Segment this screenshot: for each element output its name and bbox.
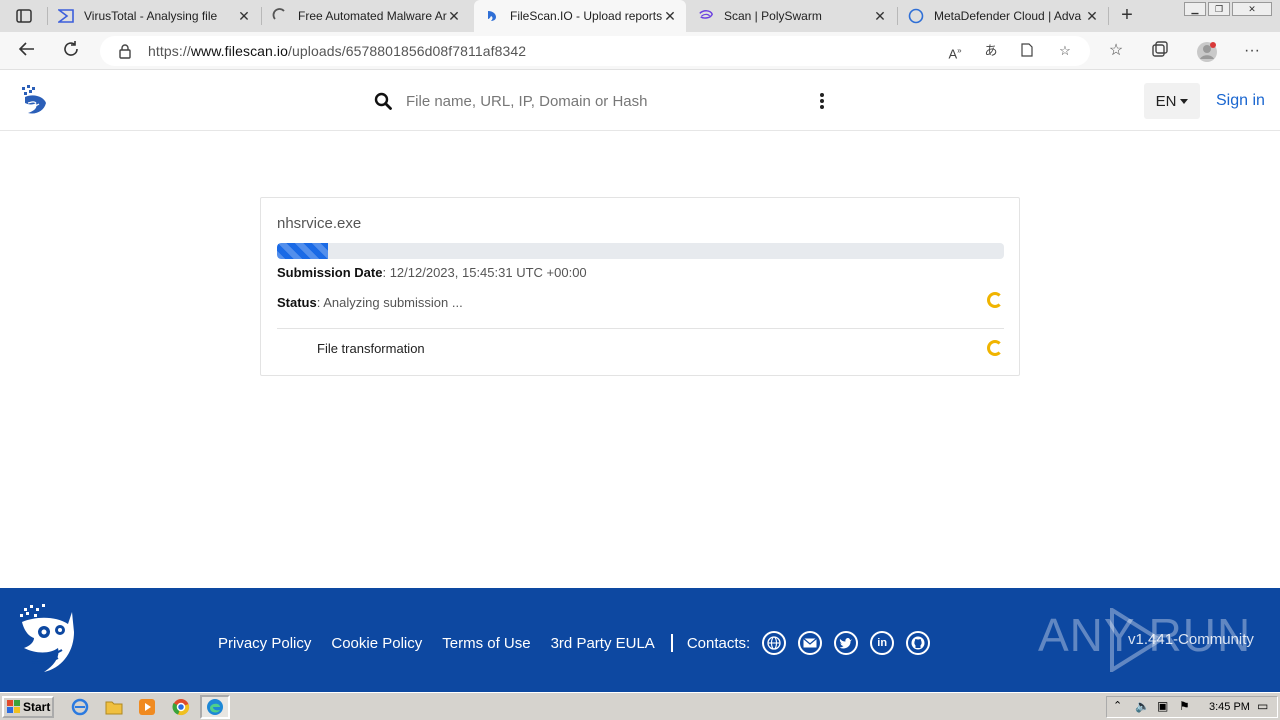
file-name: nhsrvice.exe — [277, 215, 362, 232]
terms-of-use-link[interactable]: Terms of Use — [442, 635, 530, 652]
version-label: v1.441-Community — [1128, 631, 1254, 648]
close-window-button[interactable]: ✕ — [1232, 2, 1272, 16]
tab-title: Scan | PolySwarm — [724, 9, 822, 23]
start-button[interactable]: Start — [2, 696, 54, 718]
contacts-label: Contacts: — [686, 634, 751, 652]
browser-toolbar: https://www.filescan.io/uploads/65788018… — [0, 32, 1280, 70]
windows-logo-icon — [7, 700, 20, 713]
tab-actions-menu-icon[interactable] — [10, 6, 38, 26]
footer-links: Privacy Policy Cookie Policy Terms of Us… — [218, 631, 931, 655]
linkedin-icon[interactable]: in — [870, 631, 895, 655]
refresh-icon[interactable] — [60, 40, 82, 62]
site-header: EN Sign in — [0, 71, 1280, 131]
filescan-owl-logo[interactable] — [16, 602, 76, 678]
language-dropdown[interactable]: EN — [1144, 83, 1200, 119]
restore-button[interactable]: ❐ — [1208, 2, 1230, 16]
status-spinner-icon — [987, 292, 1003, 308]
add-favorite-icon[interactable]: ☆ — [1056, 43, 1074, 59]
address-bar[interactable]: https://www.filescan.io/uploads/65788018… — [100, 36, 1090, 66]
network-icon[interactable]: ▣ — [1157, 699, 1168, 713]
status-label: Status — [277, 295, 317, 310]
submission-date-label: Submission Date — [277, 265, 383, 280]
tab-filescan[interactable]: FileScan.IO - Upload reports ✕ — [474, 0, 686, 32]
search-input[interactable] — [400, 87, 800, 115]
language-label: EN — [1155, 92, 1177, 110]
translate-icon[interactable]: あ — [982, 43, 1000, 59]
upload-report-card: nhsrvice.exe Submission Date: 12/12/2023… — [260, 197, 1020, 376]
minimize-button[interactable]: ▁ — [1184, 2, 1206, 16]
tray-expand-icon[interactable]: ⌃ — [1113, 699, 1122, 712]
new-tab-button[interactable]: + — [1116, 4, 1138, 26]
close-icon[interactable]: ✕ — [662, 8, 678, 24]
system-tray: ⌃ 🔈 ▣ ⚑ ▭ — [1106, 696, 1278, 718]
analysis-progress-bar — [277, 243, 1004, 259]
close-icon[interactable]: ✕ — [872, 8, 888, 24]
edge-icon[interactable] — [205, 697, 225, 717]
third-party-eula-link[interactable]: 3rd Party EULA — [551, 635, 655, 652]
polyswarm-icon — [698, 8, 714, 24]
start-label: Start — [23, 700, 51, 714]
globe-icon[interactable] — [762, 631, 787, 655]
tab-title: VirusTotal - Analysing file — [84, 9, 218, 23]
close-icon[interactable]: ✕ — [1084, 8, 1100, 24]
chrome-icon[interactable] — [171, 697, 191, 717]
submission-date-value: : 12/12/2023, 15:45:31 UTC +00:00 — [382, 265, 587, 280]
loading-icon — [272, 8, 288, 24]
tab-virustotal[interactable]: VirusTotal - Analysing file ✕ — [48, 0, 260, 32]
page-icon[interactable] — [1018, 43, 1036, 59]
metadefender-icon — [908, 8, 924, 24]
windows-taskbar: Start ⌃ 🔈 ▣ ⚑ ▭ 3:45 PM — [0, 692, 1280, 720]
volume-icon[interactable]: 🔈 — [1135, 699, 1150, 713]
flag-icon[interactable]: ⚑ — [1179, 699, 1190, 713]
folder-icon[interactable] — [104, 697, 124, 717]
clock[interactable]: 3:45 PM — [1209, 701, 1250, 713]
media-player-icon[interactable] — [137, 697, 157, 717]
cookie-policy-link[interactable]: Cookie Policy — [331, 635, 422, 652]
footer-divider — [670, 634, 673, 652]
kebab-menu-icon[interactable] — [816, 91, 828, 111]
read-aloud-icon[interactable]: A» — [946, 43, 964, 61]
divider — [277, 328, 1004, 329]
show-desktop-icon[interactable]: ▭ — [1257, 699, 1268, 713]
back-icon[interactable] — [16, 40, 38, 62]
tab-polyswarm[interactable]: Scan | PolySwarm ✕ — [688, 0, 896, 32]
tab-title: FileScan.IO - Upload reports — [510, 9, 663, 23]
email-icon[interactable] — [798, 631, 823, 655]
url-scheme: https:// — [148, 43, 191, 59]
ie-icon[interactable] — [70, 697, 90, 717]
close-icon[interactable]: ✕ — [446, 8, 462, 24]
profile-avatar-icon[interactable] — [1196, 41, 1217, 62]
url-host: www.filescan.io — [190, 43, 289, 59]
caret-down-icon — [1180, 98, 1189, 104]
tab-title: MetaDefender Cloud | Adva — [934, 9, 1082, 23]
url-text[interactable]: https://www.filescan.io/uploads/65788018… — [148, 43, 526, 59]
close-icon[interactable]: ✕ — [236, 8, 252, 24]
submission-date: Submission Date: 12/12/2023, 15:45:31 UT… — [277, 265, 587, 280]
url-path: /uploads/6578801856d08f7811af8342 — [288, 43, 527, 59]
search-icon[interactable] — [374, 92, 392, 110]
privacy-policy-link[interactable]: Privacy Policy — [218, 635, 311, 652]
status-value: : Analyzing submission ... — [316, 295, 463, 310]
tab-anyrun[interactable]: Free Automated Malware Ar ✕ — [262, 0, 470, 32]
more-options-icon[interactable]: ··· — [1242, 41, 1262, 61]
favorites-icon[interactable]: ☆ — [1106, 41, 1126, 61]
filescan-logo[interactable] — [20, 83, 50, 119]
step-spinner-icon — [987, 340, 1003, 356]
lock-icon[interactable] — [118, 43, 132, 59]
collections-icon[interactable] — [1150, 41, 1170, 61]
site-footer: Privacy Policy Cookie Policy Terms of Us… — [0, 588, 1280, 692]
github-icon[interactable] — [906, 631, 931, 655]
sign-in-link[interactable]: Sign in — [1216, 92, 1265, 110]
progress-fill — [277, 243, 328, 259]
step-file-transformation: File transformation — [317, 341, 425, 356]
tab-title: Free Automated Malware Ar — [298, 9, 447, 23]
tab-separator — [1108, 7, 1109, 25]
tab-metadefender[interactable]: MetaDefender Cloud | Adva ✕ — [898, 0, 1108, 32]
virustotal-icon — [58, 8, 74, 24]
browser-tab-bar: VirusTotal - Analysing file ✕ Free Autom… — [0, 0, 1280, 32]
twitter-icon[interactable] — [834, 631, 859, 655]
analysis-status: Status: Analyzing submission ... — [277, 295, 463, 310]
filescan-icon — [484, 8, 500, 24]
